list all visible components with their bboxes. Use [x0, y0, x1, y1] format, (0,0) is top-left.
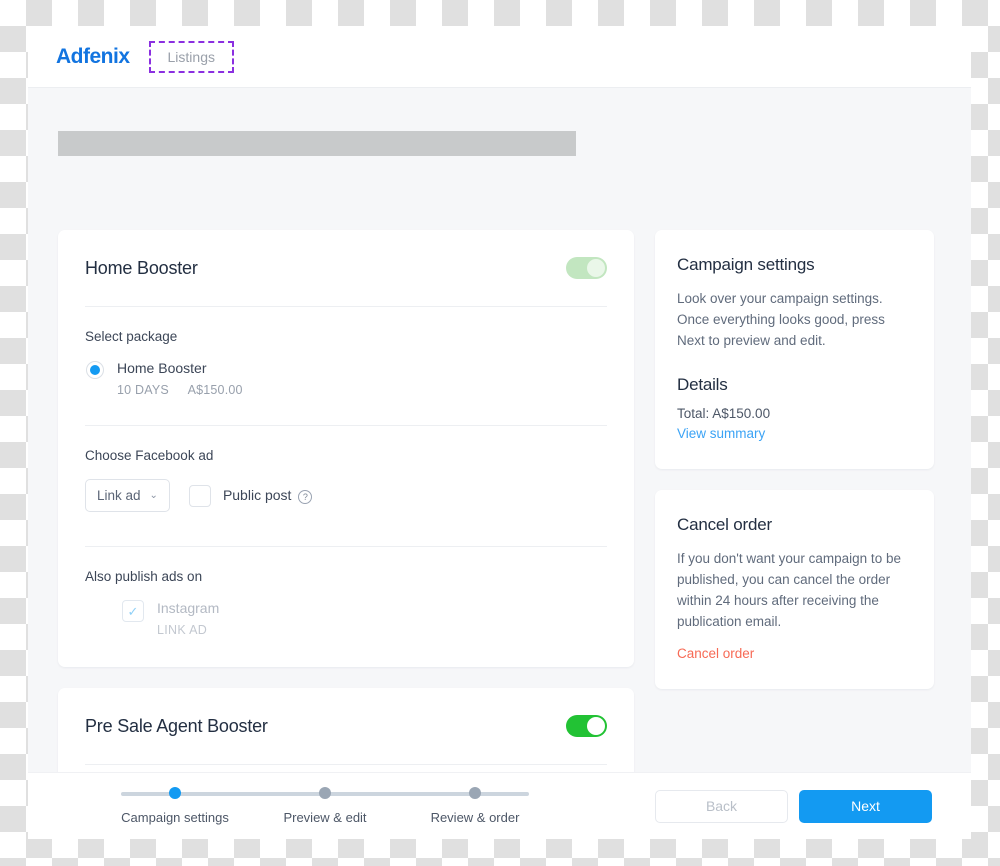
booster-header: Home Booster [85, 230, 607, 306]
ad-type-value: Link ad [97, 488, 141, 503]
booster-card-home: Home Booster Select package Home Booster… [58, 230, 634, 667]
campaign-settings-heading: Campaign settings [677, 255, 815, 274]
facebook-ad-row: Link ad ⌄ Public post? [85, 479, 607, 512]
package-option-row[interactable]: Home Booster 10 DAYS A$150.00 [85, 360, 607, 397]
order-total: Total: A$150.00 [677, 406, 771, 421]
wizard-footer: Campaign settings Preview & edit Review … [28, 772, 971, 839]
public-post-label: Public post? [222, 487, 313, 504]
instagram-label: Instagram [157, 600, 220, 616]
redacted-title-bar [58, 131, 576, 156]
step-label: Campaign settings [121, 810, 229, 825]
campaign-settings-card: Campaign settings Look over your campaig… [655, 230, 934, 469]
adfenix-logo: Adfenix [56, 44, 130, 68]
cancel-order-description: If you don't want your campaign to be pu… [677, 551, 901, 629]
cancel-order-link[interactable]: Cancel order [677, 646, 912, 661]
also-publish-label: Also publish ads on [85, 569, 203, 584]
step-preview-edit[interactable]: Preview & edit [265, 787, 385, 825]
toggle-knob [587, 717, 605, 735]
campaign-settings-description: Look over your campaign settings. Once e… [677, 291, 885, 348]
package-meta: 10 DAYS A$150.00 [117, 383, 243, 397]
page-body: Home Booster Select package Home Booster… [28, 88, 971, 839]
facebook-ad-section: Choose Facebook ad Link ad ⌄ Public post… [85, 426, 607, 520]
details-heading: Details [677, 375, 728, 394]
card-bottom-padding [85, 641, 607, 667]
back-button[interactable]: Back [655, 789, 788, 823]
package-price: A$150.00 [187, 383, 243, 397]
instagram-texts: Instagram LINK AD [157, 600, 219, 637]
instagram-row: ✓ Instagram LINK AD [85, 600, 607, 637]
package-texts: Home Booster 10 DAYS A$150.00 [117, 360, 243, 397]
step-dot [169, 787, 181, 799]
step-dot [319, 787, 331, 799]
footer-actions: Back Next [655, 789, 932, 823]
step-campaign-settings[interactable]: Campaign settings [115, 787, 235, 825]
main-column: Home Booster Select package Home Booster… [58, 230, 634, 839]
sidebar-item-listings[interactable]: Listings [168, 49, 215, 65]
wizard-stepper: Campaign settings Preview & edit Review … [115, 787, 535, 825]
step-label: Preview & edit [283, 810, 367, 825]
booster-header: Pre Sale Agent Booster [85, 688, 607, 764]
app-header: Adfenix Listings [28, 26, 971, 88]
cancel-order-heading: Cancel order [677, 515, 772, 534]
step-review-order[interactable]: Review & order [415, 787, 535, 825]
cancel-order-card: Cancel order If you don't want your camp… [655, 490, 934, 689]
sidebar-column: Campaign settings Look over your campaig… [655, 230, 934, 839]
package-radio[interactable] [86, 361, 104, 379]
nav-listings-highlight: Listings [148, 40, 234, 73]
public-post-checkbox[interactable] [188, 484, 211, 507]
toggle-knob [587, 259, 605, 277]
package-duration: 10 DAYS [117, 383, 169, 397]
public-post-text: Public post [222, 487, 292, 504]
booster-toggle[interactable] [566, 257, 607, 279]
booster-toggle[interactable] [566, 715, 607, 737]
view-summary-link[interactable]: View summary [677, 426, 912, 441]
ad-type-select[interactable]: Link ad ⌄ [85, 479, 170, 512]
choose-facebook-ad-label: Choose Facebook ad [85, 448, 214, 463]
help-icon[interactable]: ? [298, 489, 313, 504]
content-columns: Home Booster Select package Home Booster… [58, 230, 971, 839]
package-name: Home Booster [117, 360, 207, 376]
step-dot [469, 787, 481, 799]
chevron-down-icon: ⌄ [149, 489, 158, 501]
select-package-label: Select package [85, 329, 178, 344]
app-window: Adfenix Listings Home Booster Select pac… [28, 26, 971, 839]
booster-title: Pre Sale Agent Booster [85, 715, 268, 736]
step-label: Review & order [430, 810, 520, 825]
select-package-section: Select package Home Booster 10 DAYS A$15… [85, 307, 607, 401]
also-publish-section: Also publish ads on ✓ Instagram LINK AD [85, 547, 607, 641]
radio-dot [90, 365, 100, 375]
booster-title: Home Booster [85, 257, 198, 278]
next-button[interactable]: Next [799, 789, 932, 823]
instagram-meta: LINK AD [157, 623, 208, 637]
check-icon: ✓ [127, 603, 139, 619]
instagram-checkbox: ✓ [122, 600, 144, 622]
